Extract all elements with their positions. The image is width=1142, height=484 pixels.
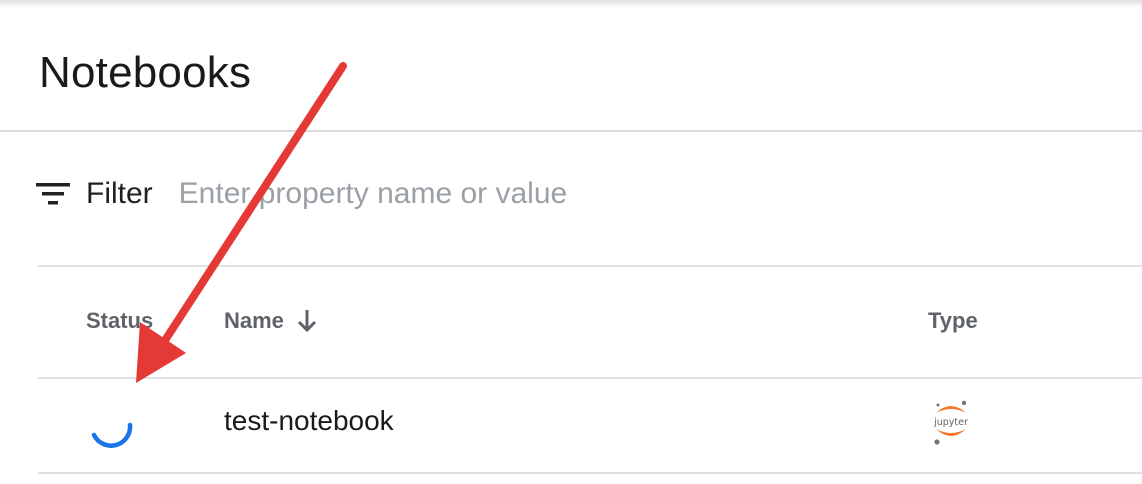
column-header-name-label: Name xyxy=(224,308,284,333)
filter-list-icon[interactable] xyxy=(36,180,72,208)
column-header-status: Status xyxy=(86,308,154,333)
notebook-name[interactable]: test-notebook xyxy=(224,405,394,437)
filter-input[interactable] xyxy=(178,177,779,211)
title-divider xyxy=(0,130,1142,132)
spinner-icon xyxy=(91,422,133,448)
table-row[interactable]: test-notebook jupyter xyxy=(38,379,1142,472)
page-title: Notebooks xyxy=(39,48,252,97)
jupyter-logo-text: jupyter xyxy=(933,417,968,428)
top-shadow xyxy=(0,0,1142,8)
filter-bar: Filter xyxy=(36,168,1136,220)
arrow-down-icon[interactable] xyxy=(296,308,318,334)
notebooks-page: Notebooks Filter Status Name Type test-n… xyxy=(0,0,1142,484)
filter-label: Filter xyxy=(86,177,153,210)
filter-divider xyxy=(38,265,1142,267)
jupyter-logo-icon: jupyter xyxy=(933,400,968,445)
column-header-type: Type xyxy=(928,308,978,333)
column-header-name[interactable]: Name xyxy=(224,308,318,334)
row-divider xyxy=(38,472,1142,474)
